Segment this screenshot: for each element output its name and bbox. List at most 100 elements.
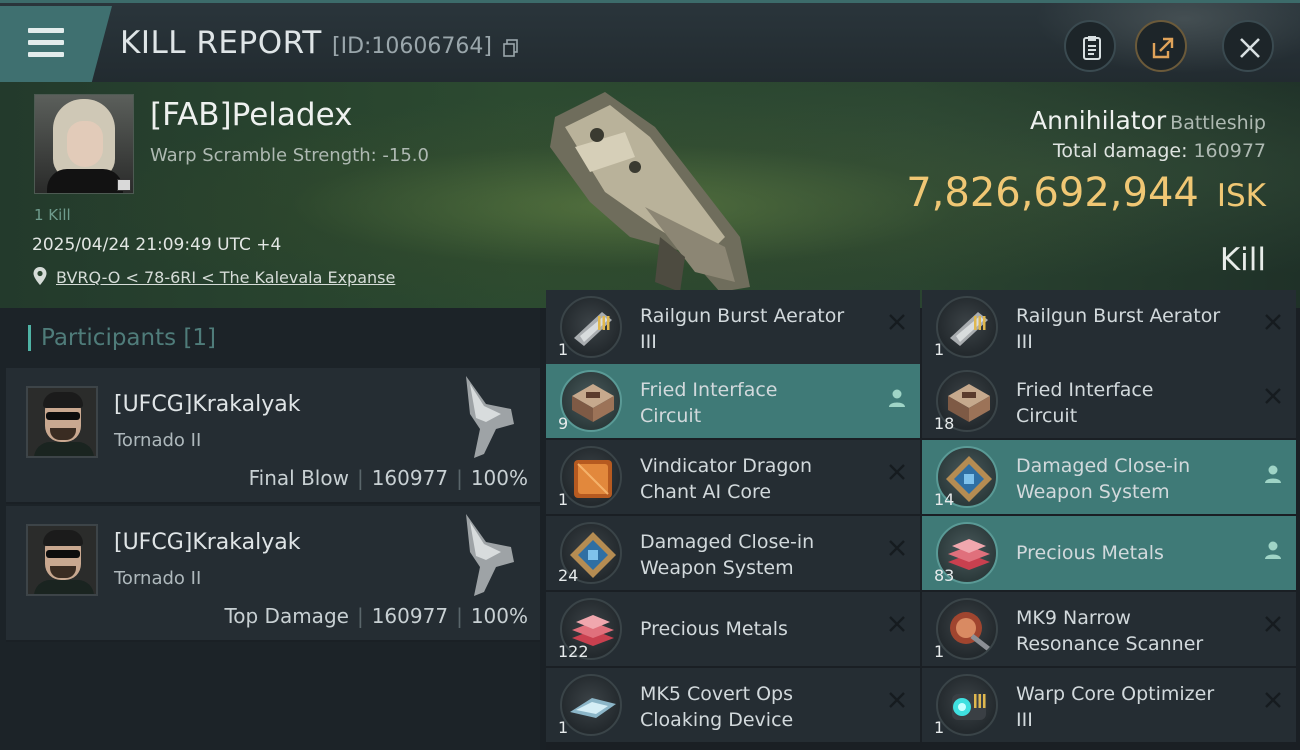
dropped-person-icon <box>889 389 905 407</box>
item-name: MK9 Narrow Resonance Scanner <box>1016 607 1204 655</box>
item-name: Railgun Burst Aerator III <box>1016 305 1221 353</box>
clipboard-icon <box>1083 36 1101 60</box>
participant-role: Final Blow <box>248 466 349 490</box>
hamburger-icon <box>28 28 64 58</box>
participant-stats: Final Blow | 160977 | 100% <box>248 466 528 490</box>
participant-role: Top Damage <box>224 604 349 628</box>
item-row[interactable]: 1 Warp Core Optimizer III <box>922 668 1296 742</box>
item-name: Damaged Close-in Weapon System <box>640 531 815 579</box>
item-name: Precious Metals <box>1016 542 1164 564</box>
copy-icon[interactable] <box>503 39 519 57</box>
destroyed-x-icon <box>1265 692 1281 708</box>
item-quantity: 1 <box>934 642 945 661</box>
destroyed-x-icon <box>1265 388 1281 404</box>
ship-class: Battleship <box>1170 112 1266 134</box>
destroyed-x-icon <box>889 540 905 556</box>
ship-type[interactable]: Annihilator Battleship <box>1030 106 1266 135</box>
item-quantity: 83 <box>934 566 955 585</box>
participant-ship-icon <box>466 376 514 458</box>
item-row[interactable]: 24 Damaged Close-in Weapon System <box>546 516 920 590</box>
item-row[interactable]: 1 MK9 Narrow Resonance Scanner <box>922 592 1296 666</box>
cloaking-device-icon <box>560 674 622 736</box>
warp-scramble-strength: Warp Scramble Strength: -15.0 <box>150 145 429 166</box>
item-name: Fried Interface Circuit <box>640 379 778 427</box>
participants-header: Participants [1] <box>0 308 540 368</box>
item-row[interactable]: 83 Precious Metals <box>922 516 1296 590</box>
clipboard-button[interactable] <box>1064 20 1116 72</box>
item-row[interactable]: 1 Vindicator Dragon Chant AI Core <box>546 440 920 514</box>
share-button[interactable] <box>1135 20 1187 72</box>
title-bar: KILL REPORT [ID:10606764] <box>0 0 1300 83</box>
location-link[interactable]: BVRQ-O < 78-6RI < The Kalevala Expanse <box>32 266 395 290</box>
tier-iii-icon <box>598 316 610 330</box>
item-row[interactable]: 14 Damaged Close-in Weapon System <box>922 440 1296 514</box>
participant-ship: Tornado II <box>114 430 202 451</box>
fried-interface-circuit-icon <box>560 370 622 432</box>
item-row[interactable]: 1 Railgun Burst Aerator III <box>546 290 920 364</box>
close-icon <box>1240 38 1260 58</box>
kill-count: 1 Kill <box>34 206 71 224</box>
item-name: Railgun Burst Aerator III <box>640 305 845 353</box>
participant-percent: 100% <box>470 604 528 628</box>
item-row[interactable]: 9 Fried Interface Circuit <box>546 364 920 438</box>
isk-amount: 7,826,692,944 <box>906 170 1199 216</box>
info-badge-icon <box>117 179 131 191</box>
railgun-burst-aerator-icon <box>936 296 998 358</box>
kill-banner: [FAB]Peladex Warp Scramble Strength: -15… <box>0 82 1300 308</box>
destroyed-x-icon <box>1265 616 1281 632</box>
item-quantity: 122 <box>558 642 589 661</box>
item-quantity: 1 <box>558 490 569 509</box>
participant-stats: Top Damage | 160977 | 100% <box>224 604 528 628</box>
share-icon <box>1152 37 1174 59</box>
dropped-person-icon <box>1265 541 1281 559</box>
item-name: Fried Interface Circuit <box>1016 379 1154 427</box>
participant-ship: Tornado II <box>114 568 202 589</box>
destroyed-x-icon <box>889 314 905 330</box>
destroyed-x-icon <box>889 616 905 632</box>
ship-name: Annihilator <box>1030 106 1167 135</box>
item-name: Vindicator Dragon Chant AI Core <box>640 455 813 503</box>
participant-avatar[interactable] <box>26 386 98 458</box>
location-pin-icon <box>33 267 47 285</box>
report-id: [ID:10606764] <box>332 34 492 59</box>
participant-avatar[interactable] <box>26 524 98 596</box>
participant-row[interactable]: [UFCG]Krakalyak Tornado II Final Blow | 16… <box>6 368 540 504</box>
destroyed-x-icon <box>889 464 905 480</box>
item-quantity: 1 <box>558 340 569 359</box>
destroyed-x-icon <box>1265 314 1281 330</box>
close-button[interactable] <box>1222 20 1274 72</box>
item-quantity: 1 <box>934 340 945 359</box>
tier-iii-icon <box>974 316 986 330</box>
item-row[interactable]: 1 MK5 Covert Ops Cloaking Device <box>546 668 920 742</box>
item-row[interactable]: 1 Railgun Burst Aerator III <box>922 290 1296 364</box>
item-row[interactable]: 122 Precious Metals <box>546 592 920 666</box>
victim-avatar[interactable] <box>34 94 134 194</box>
ai-core-icon <box>560 446 622 508</box>
kill-result: Kill <box>1219 242 1266 278</box>
participant-row[interactable]: [UFCG]Krakalyak Tornado II Top Damage | 16… <box>6 506 540 642</box>
item-quantity: 14 <box>934 490 955 509</box>
total-damage: Total damage: 160977 <box>1053 140 1266 162</box>
participant-name: [UFCG]Krakalyak <box>114 530 301 555</box>
menu-button[interactable] <box>0 6 112 82</box>
participants-title: Participants [1] <box>41 325 216 351</box>
isk-unit: ISK <box>1216 178 1266 214</box>
participant-name: [UFCG]Krakalyak <box>114 392 301 417</box>
ship-render <box>550 92 750 292</box>
participants-panel: Participants [1] [UFCG]Krakalyak Tornado… <box>0 308 540 750</box>
location-text: BVRQ-O < 78-6RI < The Kalevala Expanse <box>56 268 396 287</box>
item-quantity: 9 <box>558 414 569 433</box>
item-quantity: 1 <box>558 718 569 737</box>
item-quantity: 24 <box>558 566 579 585</box>
kill-date: 2025/04/24 21:09:49 UTC +4 <box>32 235 282 255</box>
victim-name[interactable]: [FAB]Peladex <box>150 97 352 133</box>
participant-ship-icon <box>466 514 514 596</box>
item-quantity: 18 <box>934 414 955 433</box>
destroyed-x-icon <box>889 692 905 708</box>
dropped-person-icon <box>1265 465 1281 483</box>
participant-damage: 160977 <box>371 466 449 490</box>
item-row[interactable]: 18 Fried Interface Circuit <box>922 364 1296 438</box>
tier-iii-icon <box>974 694 986 708</box>
item-name: MK5 Covert Ops Cloaking Device <box>640 683 794 731</box>
resonance-scanner-icon <box>936 598 998 660</box>
